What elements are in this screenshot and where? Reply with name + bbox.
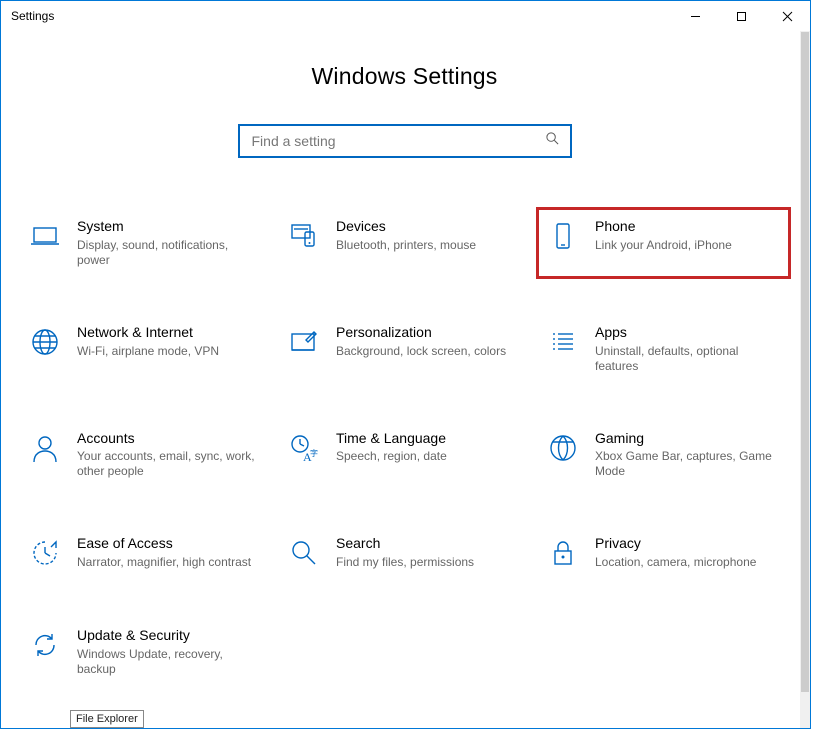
tile-text: Devices Bluetooth, printers, mouse	[336, 218, 476, 253]
scrollbar-track[interactable]	[800, 31, 810, 728]
tile-personalization[interactable]: Personalization Background, lock screen, …	[286, 322, 523, 376]
tile-subtitle: Xbox Game Bar, captures, Game Mode	[595, 449, 782, 479]
tile-subtitle: Uninstall, defaults, optional features	[595, 344, 782, 374]
content: Windows Settings System Display, sound, n…	[1, 31, 800, 728]
tile-privacy[interactable]: Privacy Location, camera, microphone	[545, 533, 782, 573]
tile-subtitle: Speech, region, date	[336, 449, 447, 464]
tile-network[interactable]: Network & Internet Wi-Fi, airplane mode, …	[27, 322, 264, 376]
tile-text: Phone Link your Android, iPhone	[595, 218, 732, 253]
tile-title: System	[77, 218, 264, 235]
devices-icon	[286, 218, 322, 254]
page-title: Windows Settings	[19, 63, 790, 90]
close-button[interactable]	[764, 1, 810, 31]
minimize-icon	[690, 11, 701, 22]
time-lang-icon: A字	[286, 430, 322, 466]
title-bar: Settings	[1, 1, 810, 31]
content-wrap: Windows Settings System Display, sound, n…	[1, 31, 810, 728]
phone-icon	[545, 218, 581, 254]
tile-subtitle: Background, lock screen, colors	[336, 344, 506, 359]
settings-grid: System Display, sound, notifications, pow…	[19, 216, 790, 679]
maximize-icon	[736, 11, 747, 22]
lock-icon	[545, 535, 581, 571]
tile-title: Devices	[336, 218, 476, 235]
tile-gaming[interactable]: Gaming Xbox Game Bar, captures, Game Mode	[545, 428, 782, 482]
tile-text: System Display, sound, notifications, pow…	[77, 218, 264, 268]
tile-title: Personalization	[336, 324, 506, 341]
search-box[interactable]	[238, 124, 572, 158]
scrollbar-thumb[interactable]	[801, 32, 809, 692]
tile-subtitle: Wi-Fi, airplane mode, VPN	[77, 344, 219, 359]
tile-title: Phone	[595, 218, 732, 235]
tile-subtitle: Link your Android, iPhone	[595, 238, 732, 253]
tile-title: Ease of Access	[77, 535, 251, 552]
tile-apps[interactable]: Apps Uninstall, defaults, optional featur…	[545, 322, 782, 376]
window-title: Settings	[11, 9, 54, 23]
tile-subtitle: Bluetooth, printers, mouse	[336, 238, 476, 253]
tile-time[interactable]: A字 Time & Language Speech, region, date	[286, 428, 523, 482]
tile-text: Search Find my files, permissions	[336, 535, 474, 570]
tile-subtitle: Display, sound, notifications, power	[77, 238, 264, 268]
search-tile-icon	[286, 535, 322, 571]
tile-title: Update & Security	[77, 627, 264, 644]
tile-title: Privacy	[595, 535, 756, 552]
tile-accounts[interactable]: Accounts Your accounts, email, sync, work…	[27, 428, 264, 482]
gaming-icon	[545, 430, 581, 466]
tile-title: Gaming	[595, 430, 782, 447]
laptop-icon	[27, 218, 63, 254]
tile-subtitle: Windows Update, recovery, backup	[77, 647, 264, 677]
tile-text: Personalization Background, lock screen, …	[336, 324, 506, 359]
tile-title: Network & Internet	[77, 324, 219, 341]
tile-text: Update & Security Windows Update, recover…	[77, 627, 264, 677]
tile-title: Accounts	[77, 430, 264, 447]
window-controls	[672, 1, 810, 31]
tile-subtitle: Narrator, magnifier, high contrast	[77, 555, 251, 570]
tile-text: Accounts Your accounts, email, sync, work…	[77, 430, 264, 480]
search-wrap	[19, 124, 790, 158]
tile-title: Search	[336, 535, 474, 552]
maximize-button[interactable]	[718, 1, 764, 31]
tile-title: Apps	[595, 324, 782, 341]
tile-ease[interactable]: Ease of Access Narrator, magnifier, high …	[27, 533, 264, 573]
tile-search[interactable]: Search Find my files, permissions	[286, 533, 523, 573]
globe-icon	[27, 324, 63, 360]
search-input[interactable]	[250, 132, 545, 150]
tile-text: Gaming Xbox Game Bar, captures, Game Mode	[595, 430, 782, 480]
tile-system[interactable]: System Display, sound, notifications, pow…	[27, 216, 264, 270]
personalization-icon	[286, 324, 322, 360]
tile-text: Apps Uninstall, defaults, optional featur…	[595, 324, 782, 374]
tile-title: Time & Language	[336, 430, 447, 447]
minimize-button[interactable]	[672, 1, 718, 31]
tile-subtitle: Find my files, permissions	[336, 555, 474, 570]
tile-subtitle: Your accounts, email, sync, work, other …	[77, 449, 264, 479]
tile-devices[interactable]: Devices Bluetooth, printers, mouse	[286, 216, 523, 270]
taskbar-tooltip: File Explorer	[70, 710, 144, 728]
settings-window: Settings Windows Settings	[0, 0, 811, 729]
person-icon	[27, 430, 63, 466]
update-icon	[27, 627, 63, 663]
tile-text: Network & Internet Wi-Fi, airplane mode, …	[77, 324, 219, 359]
tile-text: Ease of Access Narrator, magnifier, high …	[77, 535, 251, 570]
tile-subtitle: Location, camera, microphone	[595, 555, 756, 570]
tile-update[interactable]: Update & Security Windows Update, recover…	[27, 625, 264, 679]
tile-phone[interactable]: Phone Link your Android, iPhone	[545, 216, 782, 270]
svg-text:字: 字	[310, 448, 318, 458]
tile-text: Time & Language Speech, region, date	[336, 430, 447, 465]
tile-text: Privacy Location, camera, microphone	[595, 535, 756, 570]
close-icon	[782, 11, 793, 22]
ease-icon	[27, 535, 63, 571]
search-icon	[545, 131, 560, 151]
apps-icon	[545, 324, 581, 360]
